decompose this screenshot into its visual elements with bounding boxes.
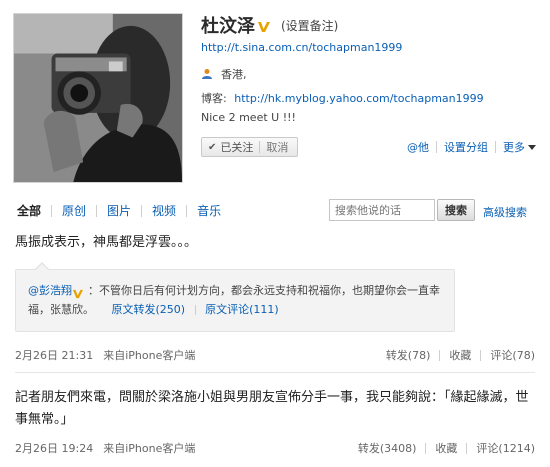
divider (186, 204, 188, 217)
favorite-button[interactable]: 收藏 (435, 440, 457, 456)
repost-button[interactable]: 转发(78) (386, 347, 431, 363)
orig-comment-link[interactable]: 原文评论(111) (205, 303, 279, 316)
post-time-link[interactable]: 2月26日 21:31 (15, 347, 93, 363)
tab-all[interactable]: 全部 (17, 202, 41, 219)
post-actions: 转发(78) 收藏 评论(78) (386, 347, 535, 363)
set-remark-link[interactable]: (设置备注) (281, 17, 338, 34)
comment-button[interactable]: 评论(78) (490, 347, 535, 363)
chevron-down-icon (528, 144, 536, 150)
mention-link[interactable]: @他 (407, 139, 429, 155)
divider (141, 204, 143, 217)
divider (194, 305, 196, 315)
comment-button[interactable]: 评论(1214) (476, 440, 535, 456)
profile-bio: Nice 2 meet U !!! (201, 111, 296, 124)
post-divider (15, 372, 535, 373)
profile-location: 香港, (221, 68, 247, 81)
divider (51, 204, 53, 217)
profile-avatar[interactable] (13, 13, 183, 183)
blog-url-link[interactable]: http://hk.myblog.yahoo.com/tochapman1999 (234, 92, 483, 105)
quote-arrow-inner (36, 264, 48, 270)
follow-status-box: ✔ 已关注 取消 (201, 137, 298, 157)
profile-location-row: 香港, (201, 66, 247, 82)
tab-original[interactable]: 原创 (62, 202, 86, 219)
tab-music[interactable]: 音乐 (197, 202, 221, 219)
followed-label: 已关注 (220, 141, 254, 154)
search-input[interactable] (329, 199, 435, 221)
post-source: 来自iPhone客户端 (103, 349, 196, 362)
divider (480, 349, 482, 361)
retweet-author-link[interactable]: @彭浩翔 (28, 284, 72, 297)
feed-tabs: 全部 原创 图片 视频 音乐 (17, 202, 221, 219)
repost-button[interactable]: 转发(3408) (358, 440, 417, 456)
divider (96, 204, 98, 217)
post-actions: 转发(3408) 收藏 评论(1214) (358, 440, 535, 456)
post-meta: 2月26日 21:31 来自iPhone客户端 转发(78) 收藏 评论(78) (15, 347, 535, 363)
profile-home-url[interactable]: http://t.sina.com.cn/tochapman1999 (201, 41, 402, 54)
profile-blog-row: 博客: http://hk.myblog.yahoo.com/tochapman… (201, 90, 484, 106)
divider (425, 442, 427, 454)
profile-name-row: 杜汶泽 (设置备注) (201, 14, 338, 37)
more-dropdown[interactable]: 更多 (503, 139, 536, 155)
tab-images[interactable]: 图片 (107, 202, 131, 219)
divider (495, 141, 496, 153)
post-source: 来自iPhone客户端 (103, 442, 196, 455)
person-location-icon (201, 68, 213, 80)
verified-v-icon (72, 286, 84, 299)
retweet-content: @彭浩翔 ：不管你日后有何计划方向，都会永远支持和祝福你，也期望你会一直幸福，张慧… (28, 281, 443, 319)
profile-actions: @他 设置分组 更多 (407, 139, 536, 155)
orig-repost-link[interactable]: 原文转发(250) (112, 303, 186, 316)
advanced-search-link[interactable]: 高级搜索 (483, 204, 527, 220)
search-button[interactable]: 搜索 (437, 199, 475, 221)
divider (259, 141, 261, 153)
verified-v-icon (257, 21, 271, 33)
divider (466, 442, 468, 454)
post-text: 馬振成表示，神馬都是浮雲。。。 (15, 235, 198, 250)
profile-name: 杜汶泽 (201, 16, 255, 37)
post-time-link[interactable]: 2月26日 19:24 (15, 440, 93, 456)
checkmark-icon: ✔ (208, 141, 217, 153)
divider (439, 349, 441, 361)
blog-label: 博客: (201, 92, 227, 105)
tab-video[interactable]: 视频 (152, 202, 176, 219)
favorite-button[interactable]: 收藏 (449, 347, 471, 363)
unfollow-button[interactable]: 取消 (266, 139, 288, 155)
post-meta: 2月26日 19:24 来自iPhone客户端 转发(3408) 收藏 评论(1… (15, 440, 535, 456)
set-group-link[interactable]: 设置分组 (444, 139, 488, 155)
divider (436, 141, 437, 153)
post-text: 記者朋友們來電，問關於梁洛施小姐與男朋友宣佈分手一事，我只能夠說：「緣起緣滅，世… (15, 390, 529, 427)
more-label[interactable]: 更多 (503, 139, 525, 155)
